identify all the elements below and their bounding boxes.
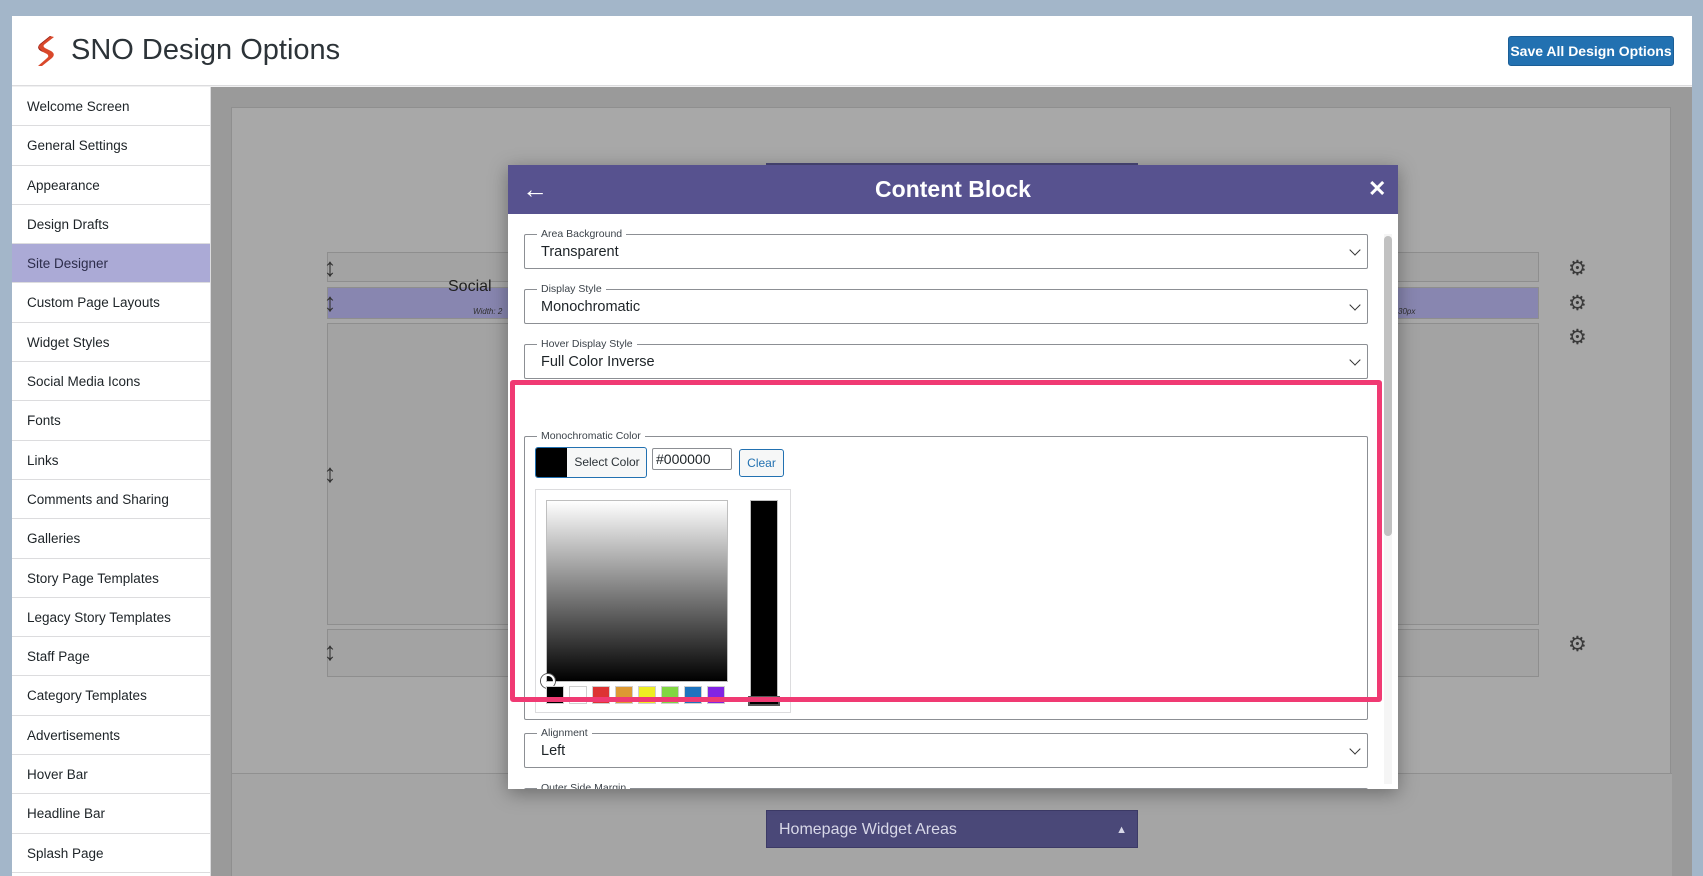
sidebar-item-hover-bar[interactable]: Hover Bar [12, 755, 210, 795]
sidebar-item-links[interactable]: Links [12, 441, 210, 480]
chevron-down-icon [1349, 743, 1361, 755]
widget-areas-select[interactable]: Homepage Widget Areas ▲ [766, 810, 1138, 848]
sidebar-item-staff-page[interactable]: Staff Page [12, 637, 210, 677]
scrollbar-thumb[interactable] [1384, 236, 1392, 536]
sidebar-item-social-media-icons[interactable]: Social Media Icons [12, 362, 210, 402]
resize-arrow-icon[interactable]: ↕ [320, 254, 340, 280]
close-icon[interactable]: ✕ [1368, 175, 1388, 203]
sidebar-item-widget-styles[interactable]: Widget Styles [12, 323, 210, 363]
outer-side-margin-legend: Outer Side Margin [537, 781, 631, 789]
alignment-value: Left [541, 743, 566, 759]
modal-title: Content Block [875, 176, 1031, 202]
chevron-down-icon [1349, 244, 1361, 256]
display-style-select[interactable]: Display Style Monochromatic [524, 282, 1368, 324]
sidebar-item-legacy-story-templates[interactable]: Legacy Story Templates [12, 598, 210, 638]
page-title: SNO Design Options [71, 34, 341, 66]
sidebar-item-design-drafts[interactable]: Design Drafts [12, 205, 210, 245]
social-row-label: Social [448, 278, 492, 295]
header-bar: SNO Design Options Save All Design Optio… [12, 16, 1692, 86]
sidebar-item-headline-bar[interactable]: Headline Bar [12, 794, 210, 834]
highlight-frame [510, 380, 1382, 702]
resize-arrow-icon[interactable]: ↕ [320, 289, 340, 315]
sidebar: Welcome Screen General Settings Appearan… [12, 87, 211, 876]
area-background-value: Transparent [541, 244, 619, 260]
alignment-select[interactable]: Alignment Left [524, 726, 1368, 768]
sidebar-item-galleries[interactable]: Galleries [12, 519, 210, 559]
hover-display-style-value: Full Color Inverse [541, 354, 655, 370]
row-width-text-right: 30px [1398, 307, 1416, 316]
resize-arrow-icon[interactable]: ↕ [320, 638, 340, 664]
sidebar-item-advertisements[interactable]: Advertisements [12, 716, 210, 756]
sidebar-item-story-page-templates[interactable]: Story Page Templates [12, 559, 210, 598]
widget-areas-label: Homepage Widget Areas [779, 821, 957, 838]
hover-display-style-select[interactable]: Hover Display Style Full Color Inverse [524, 337, 1368, 379]
modal-header: Content Block ← ✕ [508, 165, 1398, 214]
gear-icon[interactable]: ⚙ [1568, 256, 1587, 281]
sno-logo-icon [38, 36, 54, 66]
sidebar-item-general-settings[interactable]: General Settings [12, 126, 210, 166]
sidebar-item-site-designer[interactable]: Site Designer [12, 244, 210, 284]
updown-icon: ▲ [1116, 824, 1127, 836]
row-width-text: Width: 2 [473, 307, 503, 316]
sidebar-item-comments-and-sharing[interactable]: Comments and Sharing [12, 480, 210, 520]
gear-icon[interactable]: ⚙ [1568, 291, 1587, 316]
back-arrow-icon[interactable]: ← [522, 175, 548, 203]
sidebar-item-fonts[interactable]: Fonts [12, 401, 210, 441]
gear-icon[interactable]: ⚙ [1568, 632, 1587, 657]
sidebar-item-splash-page[interactable]: Splash Page [12, 834, 210, 873]
chevron-down-icon [1349, 299, 1361, 311]
outer-side-margin-select[interactable]: Outer Side Margin 0px [524, 781, 1368, 789]
gear-icon[interactable]: ⚙ [1568, 325, 1587, 350]
sidebar-item-welcome-screen[interactable]: Welcome Screen [12, 87, 210, 127]
area-background-select[interactable]: Area Background Transparent [524, 227, 1368, 269]
sidebar-item-appearance[interactable]: Appearance [12, 166, 210, 205]
save-all-button[interactable]: Save All Design Options [1508, 36, 1674, 66]
sidebar-item-custom-page-layouts[interactable]: Custom Page Layouts [12, 283, 210, 323]
resize-arrow-icon[interactable]: ↕ [320, 460, 340, 486]
chevron-down-icon [1349, 354, 1361, 366]
sidebar-item-category-templates[interactable]: Category Templates [12, 676, 210, 716]
display-style-value: Monochromatic [541, 299, 641, 315]
